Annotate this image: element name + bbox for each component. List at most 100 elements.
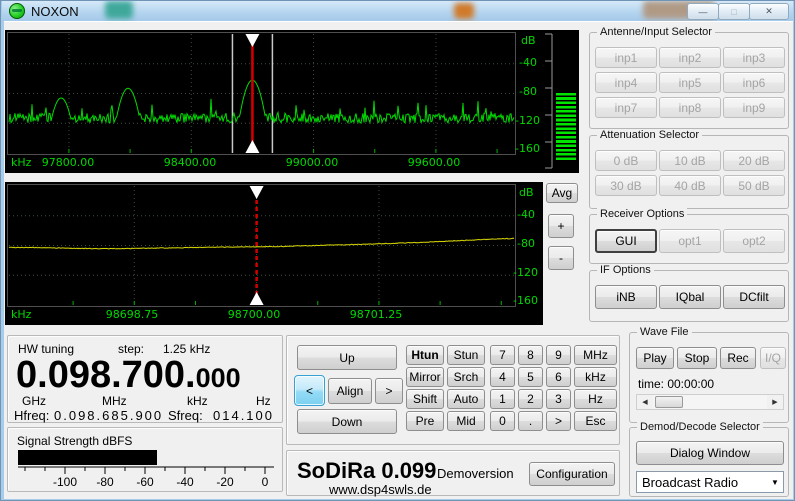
iq-button[interactable]: I/Q	[760, 347, 786, 369]
y-tick: -80	[517, 237, 535, 250]
x-tick: 98700.00	[222, 308, 286, 321]
atten-20db-button[interactable]: 20 dB	[723, 150, 785, 171]
key-label: kHz	[585, 370, 606, 384]
mirror-button[interactable]: Mirror	[406, 367, 444, 387]
group-title: Antenne/Input Selector	[597, 26, 715, 38]
close-button[interactable]: ✕	[749, 3, 789, 20]
tune-down-button[interactable]: Down	[297, 409, 397, 434]
zoom-in-button[interactable]: +	[548, 214, 574, 238]
zoom-in-label: +	[557, 219, 564, 233]
inp6-button[interactable]: inp6	[723, 72, 785, 93]
atten-10db-button[interactable]: 10 dB	[659, 150, 721, 171]
key-0[interactable]: 0	[490, 411, 515, 431]
inp1-label: inp1	[615, 51, 638, 65]
rf-spectrum-plot[interactable]	[7, 32, 516, 155]
inp5-button[interactable]: inp5	[659, 72, 721, 93]
opt2-button[interactable]: opt2	[723, 229, 785, 253]
key-esc[interactable]: Esc	[574, 411, 617, 431]
inp4-button[interactable]: inp4	[595, 72, 657, 93]
scale-tick-label: 0	[247, 475, 283, 489]
unit-khz: kHz	[187, 394, 208, 408]
rec-button[interactable]: Rec	[720, 347, 756, 369]
align-button[interactable]: Align	[328, 378, 372, 404]
stun-button[interactable]: Stun	[447, 345, 485, 365]
atten-label: 50 dB	[738, 179, 769, 193]
mid-button[interactable]: Mid	[447, 411, 485, 431]
key-dot[interactable]: .	[518, 411, 543, 431]
key-enter[interactable]: >	[546, 411, 571, 431]
pre-button[interactable]: Pre	[406, 411, 444, 431]
key-4[interactable]: 4	[490, 367, 515, 387]
key-label: .	[529, 414, 532, 428]
scroll-right-icon[interactable]: ▶	[767, 395, 783, 409]
inp1-button[interactable]: inp1	[595, 47, 657, 68]
inp3-button[interactable]: inp3	[723, 47, 785, 68]
atten-40db-button[interactable]: 40 dB	[659, 175, 721, 196]
key-3[interactable]: 3	[546, 389, 571, 409]
if-spectrum-plot[interactable]	[7, 184, 516, 307]
inp9-button[interactable]: inp9	[723, 97, 785, 118]
inp7-button[interactable]: inp7	[595, 97, 657, 118]
frequency-hz-digits: 000	[196, 363, 241, 393]
inb-button[interactable]: iNB	[595, 285, 657, 309]
dcfilt-button[interactable]: DCfilt	[723, 285, 785, 309]
srch-button[interactable]: Srch	[447, 367, 485, 387]
rec-label: Rec	[727, 351, 748, 365]
chevron-down-icon[interactable]: ▼	[767, 478, 783, 487]
opt1-button[interactable]: opt1	[659, 229, 721, 253]
x-tick: 98701.25	[344, 308, 408, 321]
scale-tick-label: -20	[207, 475, 243, 489]
inp8-button[interactable]: inp8	[659, 97, 721, 118]
atten-30db-button[interactable]: 30 dB	[595, 175, 657, 196]
key-2[interactable]: 2	[518, 389, 543, 409]
unit-ghz: GHz	[22, 394, 46, 408]
meter-scale	[543, 32, 554, 170]
dialog-window-button[interactable]: Dialog Window	[636, 441, 784, 465]
hw-tuning-panel: HW tuning step: 1.25 kHz 0.098.700.000 G…	[7, 335, 283, 423]
title-bar[interactable]: NOXON — □ ✕	[2, 1, 793, 21]
key-mhz[interactable]: MHz	[574, 345, 617, 365]
desktop-artifact	[454, 3, 474, 19]
zoom-out-button[interactable]: -	[548, 246, 574, 270]
digit-left-button[interactable]: <	[294, 375, 325, 406]
play-button[interactable]: Play	[636, 347, 674, 369]
htun-button[interactable]: Htun	[406, 345, 444, 365]
key-6[interactable]: 6	[546, 367, 571, 387]
key-8[interactable]: 8	[518, 345, 543, 365]
iqbal-button[interactable]: IQbal	[659, 285, 721, 309]
app-window: NOXON — □ ✕ kHz 97800.00 98400.00 99000.…	[0, 0, 795, 501]
group-title: Receiver Options	[597, 208, 687, 220]
demod-select[interactable]: Broadcast Radio ▼	[636, 471, 784, 493]
key-9[interactable]: 9	[546, 345, 571, 365]
wave-position-scrollbar[interactable]: ◀ ▶	[636, 394, 784, 410]
maximize-button[interactable]: □	[718, 3, 750, 20]
auto-label: Auto	[454, 392, 479, 406]
atten-label: 30 dB	[610, 179, 641, 193]
minimize-button[interactable]: —	[687, 3, 719, 20]
auto-button[interactable]: Auto	[447, 389, 485, 409]
frequency-display[interactable]: 0.098.700.000	[16, 356, 241, 394]
scroll-left-icon[interactable]: ◀	[637, 395, 653, 409]
stop-button[interactable]: Stop	[677, 347, 717, 369]
shift-button[interactable]: Shift	[406, 389, 444, 409]
key-hz[interactable]: Hz	[574, 389, 617, 409]
digit-right-button[interactable]: >	[375, 378, 403, 404]
atten-50db-button[interactable]: 50 dB	[723, 175, 785, 196]
key-5[interactable]: 5	[518, 367, 543, 387]
shift-label: Shift	[413, 392, 437, 406]
average-button[interactable]: Avg	[546, 183, 578, 203]
stun-label: Stun	[454, 348, 479, 362]
tune-up-button[interactable]: Up	[297, 345, 397, 370]
inp2-button[interactable]: inp2	[659, 47, 721, 68]
y-tick: -80	[519, 85, 537, 98]
gui-button[interactable]: GUI	[595, 229, 657, 253]
atten-0db-button[interactable]: 0 dB	[595, 150, 657, 171]
key-7[interactable]: 7	[490, 345, 515, 365]
scrollbar-thumb[interactable]	[655, 396, 683, 408]
configuration-button[interactable]: Configuration	[529, 462, 615, 486]
desktop-artifact	[105, 1, 133, 19]
website-link[interactable]: www.dsp4swls.de	[329, 482, 432, 497]
scale-tick-label: -40	[167, 475, 203, 489]
key-1[interactable]: 1	[490, 389, 515, 409]
key-khz[interactable]: kHz	[574, 367, 617, 387]
